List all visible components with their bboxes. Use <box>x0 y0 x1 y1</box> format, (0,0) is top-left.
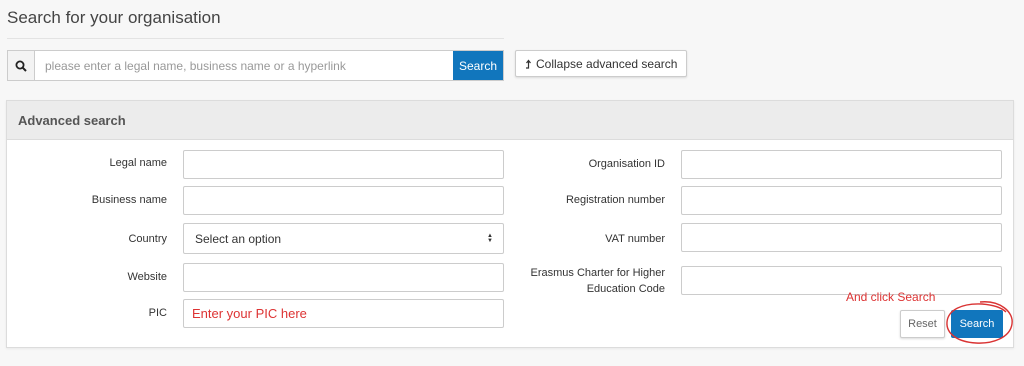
search-button[interactable]: Search <box>453 51 503 80</box>
erasmus-charter-label: Erasmus Charter for Higher Education Cod… <box>530 267 666 295</box>
click-search-annotation: And click Search <box>846 290 936 304</box>
collapse-advanced-search-button[interactable]: Collapse advanced search <box>515 50 688 77</box>
sort-arrows-icon: ▲ ▼ <box>487 232 493 244</box>
country-select[interactable]: Select an option ▲ ▼ <box>183 223 504 254</box>
search-bar: Search <box>7 50 504 81</box>
country-label: Country <box>128 233 167 245</box>
vat-number-input[interactable] <box>681 223 1002 252</box>
website-input[interactable] <box>183 263 504 292</box>
search-input[interactable] <box>35 51 453 80</box>
business-name-input[interactable] <box>183 186 504 215</box>
reset-button[interactable]: Reset <box>900 310 945 338</box>
website-label: Website <box>127 271 167 283</box>
search-icon <box>8 51 35 80</box>
collapse-advanced-search-label: Collapse advanced search <box>536 56 678 71</box>
vat-number-label: VAT number <box>605 233 665 245</box>
business-name-label: Business name <box>91 194 167 206</box>
advanced-search-title: Advanced search <box>7 101 1013 140</box>
advanced-search-button[interactable]: Search <box>951 310 1003 338</box>
erasmus-charter-input[interactable] <box>681 266 1002 295</box>
organisation-id-label: Organisation ID <box>588 158 665 170</box>
organisation-id-input[interactable] <box>681 150 1002 179</box>
title-divider <box>7 38 504 39</box>
pic-label: PIC <box>148 307 167 319</box>
arrow-up-icon <box>526 59 531 69</box>
pic-hint-annotation: Enter your PIC here <box>192 306 307 321</box>
legal-name-input[interactable] <box>183 150 504 179</box>
country-select-value: Select an option <box>195 231 282 246</box>
registration-number-input[interactable] <box>681 186 1002 215</box>
legal-name-label: Legal name <box>109 157 168 169</box>
registration-number-label: Registration number <box>565 194 665 206</box>
page-title: Search for your organisation <box>7 8 221 27</box>
